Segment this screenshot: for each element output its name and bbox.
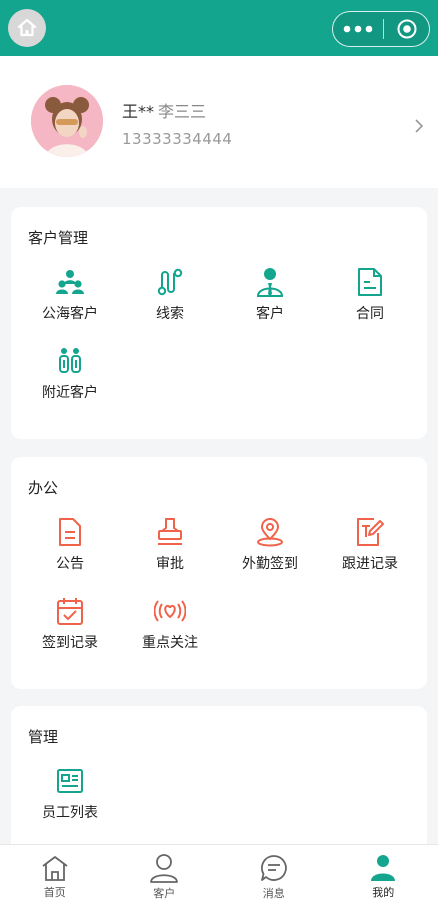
profile-card[interactable]: 王** 李三三 13333334444 <box>0 56 438 188</box>
section-management: 管理 员工列表 <box>11 706 427 866</box>
menu-item-customers[interactable]: 客户 <box>218 265 322 323</box>
document-icon <box>358 268 382 296</box>
menu-item-label: 合同 <box>356 306 384 322</box>
location-pin-icon <box>257 518 283 547</box>
employee-list-icon <box>57 769 83 793</box>
home-icon <box>17 18 37 37</box>
menu-item-label: 签到记录 <box>42 635 98 651</box>
avatar <box>31 85 103 157</box>
heart-signal-icon <box>154 600 186 622</box>
user-name: 王** <box>122 102 155 121</box>
menu-item-field-checkin[interactable]: 外勤签到 <box>218 515 322 573</box>
menu-item-contracts[interactable]: 合同 <box>318 265 422 323</box>
menu-item-label: 跟进记录 <box>342 556 398 572</box>
tab-messages[interactable]: 消息 <box>219 845 329 900</box>
me-icon <box>371 854 396 881</box>
menu-item-approval[interactable]: 审批 <box>118 515 222 573</box>
menu-item-label: 客户 <box>256 306 284 322</box>
home-icon <box>42 855 68 881</box>
menu-item-nearby-customers[interactable]: 附近客户 <box>18 344 122 402</box>
more-button[interactable] <box>333 12 383 46</box>
menu-item-checkin-records[interactable]: 签到记录 <box>18 594 122 652</box>
menu-item-label: 公海客户 <box>42 306 98 322</box>
menu-item-label: 审批 <box>156 556 184 572</box>
menu-item-label: 外勤签到 <box>242 556 298 572</box>
menu-item-employee-list[interactable]: 员工列表 <box>18 764 122 822</box>
notice-icon <box>59 518 81 546</box>
group-icon <box>56 270 84 294</box>
path-icon <box>157 268 183 296</box>
bottom-tab-bar: 首页 客户 消息 我的 <box>0 844 438 900</box>
menu-item-label: 公告 <box>56 556 84 572</box>
menu-item-announcement[interactable]: 公告 <box>18 515 122 573</box>
menu-item-label: 附近客户 <box>42 385 98 401</box>
calendar-check-icon <box>57 598 83 625</box>
mini-program-capsule <box>332 11 430 47</box>
tab-label: 我的 <box>372 886 395 899</box>
tab-customers[interactable]: 客户 <box>110 845 220 900</box>
top-nav-bar <box>0 0 438 56</box>
menu-item-label: 重点关注 <box>142 635 198 651</box>
menu-item-followup-records[interactable]: 跟进记录 <box>318 515 422 573</box>
customer-icon <box>150 854 179 883</box>
person-tie-icon <box>257 268 283 297</box>
chevron-right-icon <box>415 119 424 133</box>
target-close-icon <box>397 19 416 39</box>
tab-me[interactable]: 我的 <box>329 845 438 900</box>
user-alias: 李三三 <box>158 102 207 121</box>
menu-item-public-customers[interactable]: 公海客户 <box>18 265 122 323</box>
tab-label: 首页 <box>43 886 66 899</box>
tab-label: 消息 <box>262 887 285 900</box>
tab-label: 客户 <box>153 887 176 900</box>
section-title: 办公 <box>28 479 59 497</box>
section-title: 客户管理 <box>28 229 89 247</box>
user-name-line: 王** 李三三 <box>122 98 206 122</box>
menu-item-label: 线索 <box>156 306 184 322</box>
section-customer-management: 客户管理 公海客户 线索 客户 合同 附近客户 <box>11 207 427 439</box>
stamp-icon <box>158 518 182 545</box>
more-dots-icon <box>343 25 373 33</box>
nearby-people-icon <box>59 348 81 373</box>
menu-item-leads[interactable]: 线索 <box>118 265 222 323</box>
tab-home[interactable]: 首页 <box>0 845 110 900</box>
close-button[interactable] <box>384 12 429 46</box>
section-title: 管理 <box>28 728 59 746</box>
edit-note-icon <box>357 518 384 546</box>
user-phone: 13333334444 <box>122 130 233 148</box>
menu-item-label: 员工列表 <box>42 805 98 821</box>
menu-item-key-focus[interactable]: 重点关注 <box>118 594 222 652</box>
home-button[interactable] <box>8 9 46 47</box>
message-icon <box>260 855 287 881</box>
section-office: 办公 公告 审批 外勤签到 跟进记录 签到记录 重点关注 <box>11 457 427 689</box>
